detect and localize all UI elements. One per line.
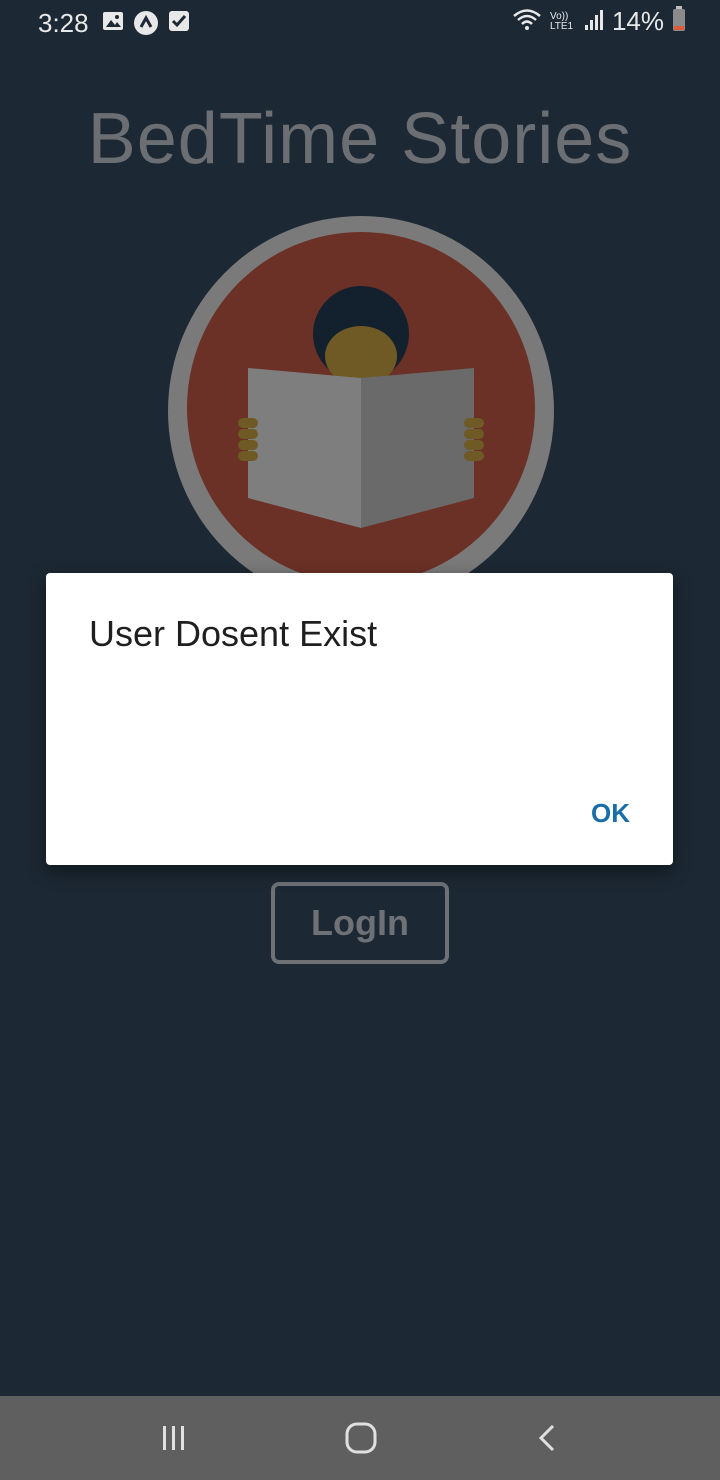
wifi-icon [512,7,542,36]
image-icon [102,10,124,37]
recents-icon[interactable] [144,1414,204,1462]
status-time: 3:28 [38,8,89,38]
reader-logo [168,216,554,606]
navigation-bar [0,1396,720,1480]
alert-dialog: User Dosent Exist OK [46,573,673,865]
app-title: BedTime Stories [87,99,633,179]
app-a-icon [133,10,159,41]
home-icon[interactable] [331,1414,391,1462]
battery-percent: 14% [611,6,664,36]
battery-icon [672,6,686,37]
signal-icon [584,7,604,36]
dialog-message: User Dosent Exist [89,613,378,654]
status-bar: 3:28 Vo)) LTE1 14% [0,0,720,46]
check-icon [168,10,190,37]
network-label: Vo)) LTE1 [549,10,574,32]
status-right: Vo)) LTE1 14% [512,6,686,37]
ok-button[interactable]: OK [540,791,630,835]
login-button[interactable]: LogIn [271,882,449,964]
back-icon[interactable] [518,1414,578,1462]
